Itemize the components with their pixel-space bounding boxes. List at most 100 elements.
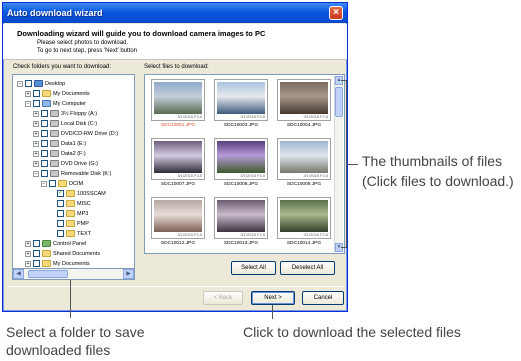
folder-icon <box>66 200 75 207</box>
folder-tree-item[interactable]: MISC <box>49 199 91 208</box>
file-thumbnail[interactable]: 3/1/2018 F2.8 SDC10013.JPG <box>211 196 271 250</box>
folder-tree-item[interactable]: − My Computer <box>25 99 86 108</box>
expand-toggle-icon[interactable]: + <box>25 250 31 257</box>
folder-label: DCIM <box>69 180 84 187</box>
expand-toggle-icon[interactable]: + <box>33 120 39 127</box>
expand-toggle-icon[interactable]: − <box>25 100 31 107</box>
file-thumbnail[interactable]: 3/1/2018 F3.5 SDC10012.JPG <box>148 196 208 250</box>
scroll-right-icon[interactable]: ▶ <box>123 269 134 279</box>
file-thumbnail[interactable]: 3/1/2018 F4.0 SDC10008.JPG <box>211 137 271 191</box>
file-thumbnail[interactable]: 3/1/2018 F5.6 SDC10003.JPG <box>211 78 271 132</box>
thumbnail-frame: 3/1/2018 F3.5 <box>151 197 205 239</box>
folder-tree-item[interactable]: + Control Panel <box>25 239 86 248</box>
folder-label: 100SSCAM <box>77 190 106 197</box>
folder-checkbox[interactable] <box>33 240 40 247</box>
cancel-button[interactable]: Cancel <box>302 291 344 305</box>
folder-tree-item[interactable]: + Shared Documents <box>25 249 100 258</box>
folder-tree-item[interactable]: + DVD Drive (G:) <box>33 159 98 168</box>
photo-thumbnail-image <box>217 82 265 114</box>
file-thumbnail[interactable]: 3/1/2018 F2.8 SDC10004.JPG <box>274 78 334 132</box>
expand-toggle-icon[interactable]: + <box>33 140 39 147</box>
folder-tree-item[interactable]: MP3 <box>49 209 88 218</box>
folder-checkbox[interactable] <box>33 90 40 97</box>
folder-checkbox[interactable] <box>41 120 48 127</box>
folder-label: DVD/CD-RW Drive (D:) <box>61 130 119 137</box>
expand-toggle-icon[interactable]: + <box>33 130 39 137</box>
folder-checkbox[interactable] <box>57 230 64 237</box>
file-thumbnail[interactable]: 3/1/2018 F3.5 SDC10007.JPG <box>148 137 208 191</box>
deselect-all-button[interactable]: Deselect All <box>280 261 335 275</box>
title-bar[interactable]: Auto download wizard × <box>3 3 347 23</box>
drive-icon <box>50 140 59 147</box>
folder-label: TEXT <box>77 230 92 237</box>
folder-tree-item[interactable]: ✓ 100SSCAM <box>49 189 106 198</box>
folder-checkbox[interactable] <box>33 260 40 267</box>
folder-checkbox[interactable] <box>41 110 48 117</box>
folder-tree-item[interactable]: TEXT <box>49 229 91 238</box>
folder-tree-item[interactable]: + Data1 (E:) <box>33 139 86 148</box>
folder-checkbox[interactable] <box>25 80 32 87</box>
expand-toggle-icon[interactable]: + <box>25 260 31 267</box>
folder-tree-item[interactable]: − DCIM <box>41 179 83 188</box>
file-thumbnail[interactable]: 3/1/2018 F3.5 SDC10009.JPG <box>274 137 334 191</box>
folder-label: My Documents <box>53 90 90 97</box>
thumbnails-callout-line1: The thumbnails of files <box>362 153 503 169</box>
expand-toggle-icon[interactable]: − <box>33 170 39 177</box>
photo-thumbnail-image <box>154 82 202 114</box>
folders-label: Check folders you want to download: <box>13 64 112 70</box>
expand-toggle-icon[interactable]: + <box>33 110 39 117</box>
folder-tree-item[interactable]: + My Documents <box>25 259 90 268</box>
folder-tree-item[interactable]: − Removable Disk (K:) <box>33 169 111 178</box>
folder-checkbox[interactable] <box>33 100 40 107</box>
files-label: Select files to download: <box>144 64 209 70</box>
folder-tree-item[interactable]: + DVD/CD-RW Drive (D:) <box>33 129 118 138</box>
thumbnail-frame: 3/1/2018 F3.5 <box>151 79 205 121</box>
photo-thumbnail-image <box>154 200 202 232</box>
folder-checkbox[interactable] <box>57 210 64 217</box>
back-button[interactable]: < Back <box>203 291 243 305</box>
expand-toggle-icon[interactable]: − <box>41 180 47 187</box>
folder-tree-item[interactable]: + Data2 (F:) <box>33 149 86 158</box>
scrollbar-thumb[interactable] <box>28 270 68 278</box>
thumbnail-filename: SDC10013.JPG <box>223 241 259 246</box>
folder-checkbox[interactable] <box>41 150 48 157</box>
cd-drive-icon <box>50 130 59 137</box>
expand-toggle-icon[interactable]: + <box>25 90 31 97</box>
folder-tree-item[interactable]: + Local Disk (C:) <box>33 119 97 128</box>
thumbnail-frame: 3/1/2018 F2.8 <box>214 197 268 239</box>
expand-toggle-icon[interactable]: − <box>17 80 23 87</box>
next-button[interactable]: Next > <box>251 291 295 305</box>
folder-checkbox[interactable] <box>57 220 64 227</box>
folder-icon <box>66 190 75 197</box>
folder-callout-line1: Select a folder to save <box>6 324 145 340</box>
expand-toggle-icon[interactable]: + <box>33 160 39 167</box>
folder-tree[interactable]: − Desktop + My Documents − My Computer +3½ Flo… <box>12 74 135 280</box>
folder-tree-item[interactable]: − Desktop <box>17 79 65 88</box>
folder-checkbox[interactable] <box>41 130 48 137</box>
thumbnail-grid[interactable]: ▲ ▼ 3/1/2018 F3.5 SDC10001.JPG 3/1/2018 F5… <box>144 74 345 254</box>
file-thumbnail[interactable]: 3/1/2018 F2.8 SDC10014.JPG <box>274 196 334 250</box>
scroll-left-icon[interactable]: ◀ <box>13 269 24 279</box>
drive-icon <box>50 120 59 127</box>
file-thumbnail[interactable]: 3/1/2018 F3.5 SDC10001.JPG <box>148 78 208 132</box>
expand-toggle-icon[interactable]: + <box>25 240 31 247</box>
thumbnail-frame: 3/1/2018 F2.8 <box>277 79 331 121</box>
folder-checkbox[interactable]: ✓ <box>57 190 64 197</box>
folder-checkbox[interactable] <box>57 200 64 207</box>
folder-icon <box>42 90 51 97</box>
folder-checkbox[interactable] <box>33 250 40 257</box>
folder-checkbox[interactable] <box>49 180 56 187</box>
close-icon[interactable]: × <box>329 6 343 20</box>
folder-checkbox[interactable] <box>41 160 48 167</box>
folder-tree-item[interactable]: + My Documents <box>25 89 90 98</box>
folder-checkbox[interactable] <box>41 170 48 177</box>
folder-tree-item[interactable]: PMP <box>49 219 89 228</box>
folder-label: DVD Drive (G:) <box>61 160 98 167</box>
folder-tree-item[interactable]: +3½ Floppy (A:) <box>33 109 97 118</box>
thumbnail-meta: 3/1/2018 F3.5 <box>177 232 202 237</box>
tree-horizontal-scrollbar[interactable]: ◀ ▶ <box>12 268 135 280</box>
folder-checkbox[interactable] <box>41 140 48 147</box>
select-all-button[interactable]: Select All <box>231 261 276 275</box>
photo-thumbnail-image <box>217 200 265 232</box>
expand-toggle-icon[interactable]: + <box>33 150 39 157</box>
